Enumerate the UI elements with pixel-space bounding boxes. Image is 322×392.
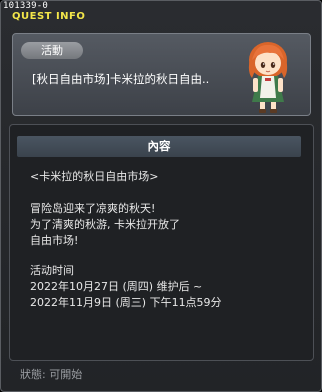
content-header: 內容 [17, 136, 301, 157]
quest-content-panel: 內容 <卡米拉的秋日自由市场> 冒险岛迎来了凉爽的秋天! 为了清爽的秋游, 卡米… [9, 124, 314, 361]
quest-info-window: 101339-0 QUEST INFO 活動 [秋日自由市场]卡米拉的秋日自由.… [0, 0, 322, 392]
event-time-start: 2022年10月27日 (周四) 维护后 ~ [30, 280, 203, 293]
content-line-1: 冒险岛迎来了凉爽的秋天! [30, 202, 156, 215]
quest-summary-panel: 活動 [秋日自由市场]卡米拉的秋日自由.. [12, 33, 311, 116]
content-line-2: 为了清爽的秋游, 卡米拉开放了 [30, 218, 180, 231]
npc-camilla-icon [248, 42, 288, 113]
quest-id: 101339-0 [3, 1, 48, 11]
content-line-3: 自由市场! [30, 234, 79, 247]
event-time-end: 2022年11月9日 (周三) 下午11点59分 [30, 296, 222, 309]
quest-status: 狀態: 可開始 [20, 368, 83, 381]
window-title: QUEST INFO [12, 11, 86, 22]
content-body: <卡米拉的秋日自由市场> 冒险岛迎来了凉爽的秋天! 为了清爽的秋游, 卡米拉开放… [30, 169, 300, 311]
event-time-label: 活动时间 [30, 264, 74, 277]
event-title: [秋日自由市场]卡米拉的秋日自由.. [32, 72, 210, 86]
content-subtitle: <卡米拉的秋日自由市场> [30, 170, 159, 183]
category-tag: 活動 [21, 42, 83, 59]
